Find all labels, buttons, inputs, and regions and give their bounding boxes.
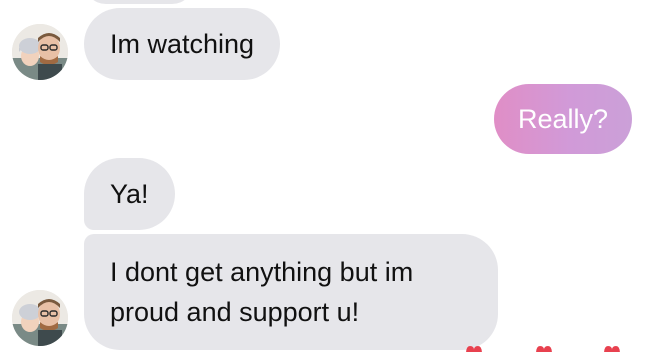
message-bubble-previous[interactable] (84, 0, 194, 4)
heart-icon[interactable] (464, 344, 484, 352)
message-text: Really? (517, 104, 608, 134)
message-text: Ya! (110, 179, 149, 209)
message-bubble-outgoing[interactable]: Really? (493, 84, 632, 154)
contact-avatar-photo-icon (12, 290, 68, 346)
contact-avatar[interactable] (12, 290, 68, 346)
reaction-row (460, 344, 640, 352)
message-text: I dont get anything but im proud and sup… (110, 257, 414, 327)
message-bubble-incoming[interactable]: I dont get anything but im proud and sup… (84, 234, 498, 350)
message-bubble-incoming[interactable]: Ya! (84, 158, 175, 230)
message-bubble-incoming[interactable]: Im watching (84, 8, 281, 80)
contact-avatar-photo-icon (12, 24, 68, 80)
message-text: Im watching (110, 29, 255, 59)
message-thread: Im watching Really? Ya! I dont get anyth… (0, 0, 646, 352)
heart-icon[interactable] (534, 344, 554, 352)
contact-avatar[interactable] (12, 24, 68, 80)
heart-icon[interactable] (602, 344, 622, 352)
